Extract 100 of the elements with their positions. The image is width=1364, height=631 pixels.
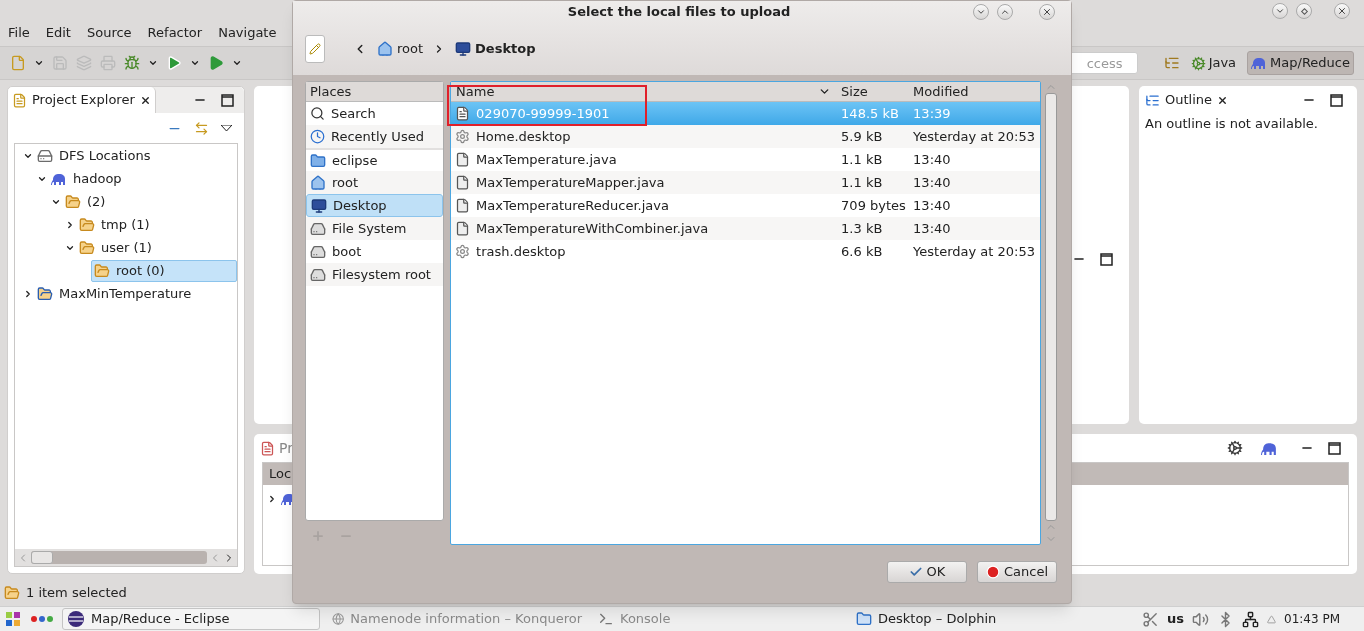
place-item[interactable]: Recently Used: [306, 125, 444, 148]
tree-item[interactable]: tmp (1): [77, 213, 237, 236]
place-item[interactable]: eclipse: [306, 148, 444, 171]
folder-icon: [856, 611, 872, 627]
outline-message: An outline is not available.: [1144, 115, 1319, 133]
place-item[interactable]: Desktop: [306, 194, 444, 217]
panel-title[interactable]: Pr: [279, 437, 293, 459]
globe-icon: [332, 611, 345, 627]
tree-item[interactable]: root (0): [91, 259, 237, 282]
menu-item[interactable]: Navigate: [218, 23, 277, 43]
dropdown-icon[interactable]: [232, 58, 242, 68]
dialog-title: Select the local files to upload: [567, 3, 791, 22]
expand-toggle[interactable]: [65, 219, 75, 230]
dropdown-icon[interactable]: [34, 58, 44, 68]
close-icon[interactable]: [139, 94, 151, 106]
file-row[interactable]: MaxTemperatureMapper.java 1.1 kB 13:40: [451, 171, 1040, 194]
java-perspective-icon: [1190, 55, 1206, 71]
terminal-icon: [598, 611, 614, 627]
keyboard-layout[interactable]: us: [1167, 609, 1184, 629]
file-row[interactable]: Home.desktop 5.9 kB Yesterday at 20:53: [451, 125, 1040, 148]
maximize-icon[interactable]: [1330, 93, 1343, 107]
run-icon[interactable]: [166, 55, 182, 71]
column-header[interactable]: Loc: [269, 464, 292, 484]
breadcrumb-item[interactable]: Desktop: [455, 39, 536, 59]
dropdown-icon[interactable]: [190, 58, 200, 68]
tree-item[interactable]: DFS Locations: [35, 144, 237, 167]
close-icon[interactable]: [1217, 94, 1229, 106]
expand-toggle[interactable]: [267, 494, 277, 504]
breadcrumb-item[interactable]: root: [377, 39, 424, 59]
activities-icon[interactable]: [30, 615, 54, 623]
file-row[interactable]: MaxTemperatureWithCombiner.java 1.3 kB 13:40: [451, 217, 1040, 240]
java-file-icon: [455, 198, 471, 213]
file-modified: 13:40: [912, 150, 952, 169]
maximize-icon[interactable]: [1100, 252, 1113, 266]
java-file-icon: [455, 152, 471, 167]
perspective-button[interactable]: Java: [1187, 51, 1240, 75]
edit-location-button[interactable]: [305, 35, 325, 63]
volume-icon[interactable]: [1192, 610, 1209, 628]
folder-icon: [310, 152, 326, 169]
file-modified: 13:40: [912, 196, 952, 215]
open-perspective-icon[interactable]: [1163, 55, 1180, 71]
perspective-button[interactable]: Map/Reduce: [1247, 51, 1354, 75]
expand-toggle[interactable]: [23, 288, 33, 299]
eclipse-icon: [67, 610, 85, 628]
run-tool-icon[interactable]: [208, 55, 224, 71]
menu-item[interactable]: Edit: [45, 23, 71, 43]
drive-icon: [310, 266, 326, 283]
scissors-icon[interactable]: [1142, 610, 1159, 628]
status-text: 1 item selected: [26, 584, 127, 603]
link-icon[interactable]: [194, 120, 209, 136]
outline-tab[interactable]: Outline: [1139, 86, 1235, 114]
explorer-icon: [12, 92, 27, 108]
file-name: 029070-99999-1901: [476, 104, 610, 123]
column-header[interactable]: Size: [836, 81, 909, 102]
tree-item[interactable]: hadoop: [49, 167, 237, 190]
folder-icon: [79, 216, 95, 233]
drive-icon: [310, 243, 326, 260]
tree-item[interactable]: user (1): [77, 236, 237, 259]
tree-item[interactable]: (2): [63, 190, 237, 213]
file-size: 709 bytes: [840, 196, 907, 215]
maximize-icon[interactable]: [221, 93, 234, 107]
bug-icon[interactable]: [124, 55, 140, 71]
menu-item[interactable]: Refactor: [147, 23, 203, 43]
folder-icon: [65, 193, 81, 210]
file-modified: 13:39: [912, 104, 952, 123]
place-item[interactable]: Filesystem root: [306, 263, 444, 286]
vertical-scrollbar[interactable]: [1045, 93, 1057, 521]
chevron-up-icon: [1000, 7, 1010, 17]
horizontal-scrollbar[interactable]: [31, 551, 207, 564]
column-header[interactable]: Modified: [908, 81, 1040, 102]
project-explorer-tab[interactable]: Project Explorer: [8, 87, 156, 113]
close-button[interactable]: [1039, 4, 1055, 20]
clock-icon: [310, 129, 325, 144]
close-button[interactable]: [1334, 3, 1350, 19]
dropdown-icon[interactable]: [148, 58, 158, 68]
file-name: MaxTemperatureMapper.java: [476, 173, 665, 192]
desktop-icon: [311, 197, 327, 214]
network-icon[interactable]: [1242, 610, 1259, 628]
ok-button[interactable]: OK: [887, 561, 967, 583]
task-button[interactable]: Map/Reduce - Eclipse: [62, 608, 320, 630]
column-header[interactable]: Name: [451, 81, 837, 102]
tree-item[interactable]: MaxMinTemperature: [35, 282, 237, 305]
maximize-button[interactable]: [1296, 3, 1312, 19]
app-menu-icon[interactable]: [4, 610, 22, 628]
place-item[interactable]: root: [306, 171, 444, 194]
folder-icon: [79, 239, 95, 256]
close-icon: [1042, 7, 1052, 17]
server-icon: [37, 147, 53, 164]
task-button[interactable]: Desktop – Dolphin: [852, 608, 1102, 630]
cancel-button[interactable]: Cancel: [977, 561, 1057, 583]
drive-icon: [310, 220, 326, 237]
menu-item[interactable]: Source: [86, 23, 132, 43]
view-menu-icon[interactable]: [221, 124, 232, 132]
maximize-icon[interactable]: [1328, 441, 1341, 455]
close-icon: [1337, 6, 1347, 16]
menu-item[interactable]: File: [8, 23, 30, 43]
chevron-down-icon: [976, 7, 986, 17]
place-item[interactable]: File System: [306, 217, 444, 240]
gears-icon[interactable]: [1227, 440, 1243, 456]
home-folder-icon: [377, 41, 393, 57]
